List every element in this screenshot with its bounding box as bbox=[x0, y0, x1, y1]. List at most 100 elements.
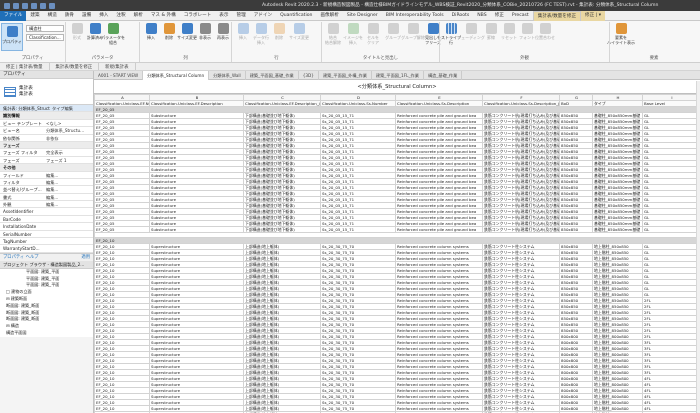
instance-selector-row[interactable]: 集計表: 分類体系_Structu タイプ編集 bbox=[0, 105, 93, 113]
browser-item[interactable]: □ 建物の立面 bbox=[0, 289, 93, 296]
property-value[interactable]: 編集... bbox=[44, 201, 93, 207]
table-cell[interactable]: Reinforced concrete pile and ground bea bbox=[395, 196, 483, 203]
menu-tab-3[interactable]: 鉄骨 bbox=[61, 11, 78, 21]
table-cell[interactable]: Reinforced concrete pile and ground bea bbox=[395, 220, 483, 227]
table-cell[interactable]: Reinforced concrete pile and ground bea bbox=[395, 160, 483, 167]
table-cell[interactable]: 鉄筋コンクリート杭(現場打ち込み)及び基礎梁 bbox=[482, 178, 560, 185]
column-header[interactable]: Classification.Uniclass.EF.Description_j… bbox=[243, 100, 321, 107]
table-cell[interactable]: 基礎柱_850x850mm基礎 bbox=[592, 190, 643, 197]
properties-help-link[interactable]: プロパティ ヘルプ bbox=[3, 254, 38, 261]
table-cell[interactable]: 基礎柱_850x850mm基礎 bbox=[592, 208, 643, 215]
table-cell[interactable]: 鉄筋コンクリート杭(現場打ち込み)及び基礎梁 bbox=[482, 202, 560, 209]
menu-tab-21[interactable]: 集計表/数量を修正 bbox=[532, 10, 582, 21]
menu-tab-18[interactable]: NBS bbox=[473, 11, 490, 21]
browser-item[interactable]: 断面図: 建築_断面 bbox=[0, 303, 93, 310]
table-cell[interactable]: 基礎柱_850x850mm基礎 bbox=[592, 136, 643, 143]
table-cell[interactable]: Reinforced concrete pile and ground bea bbox=[395, 124, 483, 131]
table-cell[interactable]: Reinforced concrete pile and ground bea bbox=[395, 166, 483, 173]
table-cell[interactable]: 鉄筋コンクリート杭(現場打ち込み)及び基礎梁 bbox=[482, 142, 560, 149]
table-cell[interactable]: 基礎柱_850x850mm基礎 bbox=[592, 118, 643, 125]
property-row[interactable]: その他 bbox=[0, 164, 93, 172]
menu-tab-13[interactable]: Quantification bbox=[276, 11, 316, 21]
property-value[interactable]: 分類体系_Structu... bbox=[44, 127, 93, 133]
redo-icon[interactable] bbox=[40, 2, 46, 9]
browser-item[interactable]: 平面図: 建築_平面 bbox=[0, 282, 93, 289]
property-value[interactable]: 非依存 bbox=[44, 135, 93, 141]
table-cell[interactable]: Reinforced concrete pile and ground bea bbox=[395, 214, 483, 221]
document-tab-0[interactable]: A001 - START VIEW bbox=[94, 71, 144, 80]
table-cell[interactable]: 基礎柱_850x850mm基礎 bbox=[592, 124, 643, 131]
table-cell[interactable]: 基礎柱_850x850mm基礎 bbox=[592, 148, 643, 155]
table-cell[interactable]: 鉄筋コンクリート杭(現場打ち込み)及び基礎梁 bbox=[482, 196, 560, 203]
edit-type-button[interactable]: タイプ編集 bbox=[50, 105, 93, 111]
document-tab-5[interactable]: 建築_平面図_外構_作業 bbox=[319, 71, 372, 80]
property-row[interactable]: 識別情報 bbox=[0, 112, 93, 120]
menu-tab-8[interactable]: マス & 外構 bbox=[147, 11, 180, 21]
table-cell[interactable]: 基礎柱_850x850mm基礎 bbox=[592, 178, 643, 185]
property-value[interactable]: 編集... bbox=[44, 186, 93, 192]
table-cell[interactable]: Reinforced concrete pile and ground bea bbox=[395, 130, 483, 137]
property-value[interactable]: 編集... bbox=[44, 179, 93, 185]
table-cell[interactable]: 基礎柱_850x850mm基礎 bbox=[592, 184, 643, 191]
menu-tab-6[interactable]: 注釈 bbox=[112, 11, 129, 21]
menu-tab-15[interactable]: Site Designer bbox=[343, 11, 382, 21]
document-tab-6[interactable]: 建築_平面図_1FL_作業 bbox=[372, 71, 424, 80]
type-selector[interactable]: 集計表 集計表 bbox=[0, 79, 93, 105]
table-cell[interactable]: Reinforced concrete pile and ground bea bbox=[395, 148, 483, 155]
menu-tab-9[interactable]: コラボレート bbox=[180, 11, 216, 21]
menu-tab-17[interactable]: DiRoots bbox=[448, 11, 474, 21]
table-cell[interactable]: 基礎柱_850x850mm基礎 bbox=[592, 226, 643, 233]
table-cell[interactable]: Reinforced concrete pile and ground bea bbox=[395, 142, 483, 149]
table-cell[interactable]: 鉄筋コンクリート杭(現場打ち込み)及び基礎梁 bbox=[482, 124, 560, 131]
table-cell[interactable]: Reinforced concrete pile and ground bea bbox=[395, 202, 483, 209]
browser-item[interactable]: ⊟ 建築断面 bbox=[0, 296, 93, 303]
table-cell[interactable]: Reinforced concrete pile and ground bea bbox=[395, 226, 483, 233]
table-cell[interactable]: 鉄筋コンクリート杭(現場打ち込み)及び基礎梁 bbox=[482, 226, 560, 233]
table-cell[interactable]: 鉄筋コンクリート杭(現場打ち込み)及び基礎梁 bbox=[482, 190, 560, 197]
table-cell[interactable]: 基礎柱_850x850mm基礎 bbox=[592, 220, 643, 227]
column-header[interactable]: Classification.Uniclass.EF.Numb bbox=[94, 100, 150, 107]
table-cell[interactable]: 鉄筋コンクリート杭(現場打ち込み)及び基礎梁 bbox=[482, 184, 560, 191]
column-header[interactable]: Classification.Uniclass.Ss.Number bbox=[320, 100, 396, 107]
table-cell[interactable]: 鉄筋コンクリート杭(現場打ち込み)及び基礎梁 bbox=[482, 118, 560, 125]
browser-item[interactable]: 断面図: 建築_断面 bbox=[0, 310, 93, 317]
table-cell[interactable]: Reinforced concrete pile and ground bea bbox=[395, 112, 483, 119]
table-cell[interactable]: 鉄筋コンクリート杭(現場打ち込み)及び基礎梁 bbox=[482, 148, 560, 155]
vertical-scrollbar[interactable] bbox=[696, 81, 700, 413]
table-cell[interactable]: 鉄筋コンクリート杭(現場打ち込み)及び基礎梁 bbox=[482, 172, 560, 179]
property-value[interactable]: フェーズ 1 bbox=[44, 157, 93, 163]
table-cell[interactable]: 基礎柱_850x850mm基礎 bbox=[592, 142, 643, 149]
menu-tab-22[interactable]: 修正 | ▾ bbox=[581, 10, 606, 21]
table-cell[interactable]: 基礎柱_850x850mm基礎 bbox=[592, 112, 643, 119]
properties-button[interactable]: プロパティ bbox=[1, 23, 23, 51]
menu-tab-5[interactable]: 挿入 bbox=[95, 11, 112, 21]
menu-tab-19[interactable]: 修正 bbox=[491, 11, 508, 21]
table-cell[interactable]: Reinforced concrete pile and ground bea bbox=[395, 118, 483, 125]
document-tab-7[interactable]: 構造_基礎_作業 bbox=[424, 71, 463, 80]
table-cell[interactable]: 鉄筋コンクリート杭(現場打ち込み)及び基礎梁 bbox=[482, 130, 560, 137]
table-cell[interactable]: 基礎柱_850x850mm基礎 bbox=[592, 214, 643, 221]
menu-tab-11[interactable]: 管理 bbox=[232, 11, 249, 21]
browser-item[interactable]: 断面図: 建築_断面 bbox=[0, 316, 93, 323]
table-cell[interactable]: 基礎柱_850x850mm基礎 bbox=[592, 160, 643, 167]
type-combo[interactable]: 構造柱 bbox=[26, 25, 64, 32]
table-cell[interactable]: 基礎柱_850x850mm基礎 bbox=[592, 172, 643, 179]
property-row[interactable]: フェーズ bbox=[0, 141, 93, 150]
menu-tab-2[interactable]: 構造 bbox=[44, 11, 61, 21]
property-value[interactable]: 編集... bbox=[44, 194, 93, 200]
save-icon[interactable] bbox=[22, 2, 28, 9]
property-value[interactable]: 編集... bbox=[44, 172, 93, 178]
table-cell[interactable]: 鉄筋コンクリート杭(現場打ち込み)及び基礎梁 bbox=[482, 220, 560, 227]
menu-tab-16[interactable]: BIM Interoperability Tools bbox=[382, 11, 448, 21]
table-cell[interactable]: 鉄筋コンクリート杭(現場打ち込み)及び基礎梁 bbox=[482, 160, 560, 167]
menu-tab-10[interactable]: 表示 bbox=[215, 11, 232, 21]
instance-selector[interactable]: 集計表: 分類体系_Structu bbox=[0, 105, 50, 111]
table-cell[interactable]: 鉄筋コンクリート杭(現場打ち込み)及び基礎梁 bbox=[482, 136, 560, 143]
table-cell[interactable]: Reinforced concrete pile and ground bea bbox=[395, 190, 483, 197]
table-cell[interactable]: 鉄筋コンクリート杭(現場打ち込み)及び基礎梁 bbox=[482, 208, 560, 215]
browser-item[interactable]: 平面図: 建築_平面 bbox=[0, 269, 93, 276]
menu-tab-0[interactable]: ファイル bbox=[0, 10, 27, 21]
table-cell[interactable]: Reinforced concrete pile and ground bea bbox=[395, 172, 483, 179]
table-cell[interactable]: 鉄筋コンクリート杭(現場打ち込み)及び基礎梁 bbox=[482, 112, 560, 119]
browser-item[interactable]: 平面図: 建築_平面 bbox=[0, 276, 93, 283]
